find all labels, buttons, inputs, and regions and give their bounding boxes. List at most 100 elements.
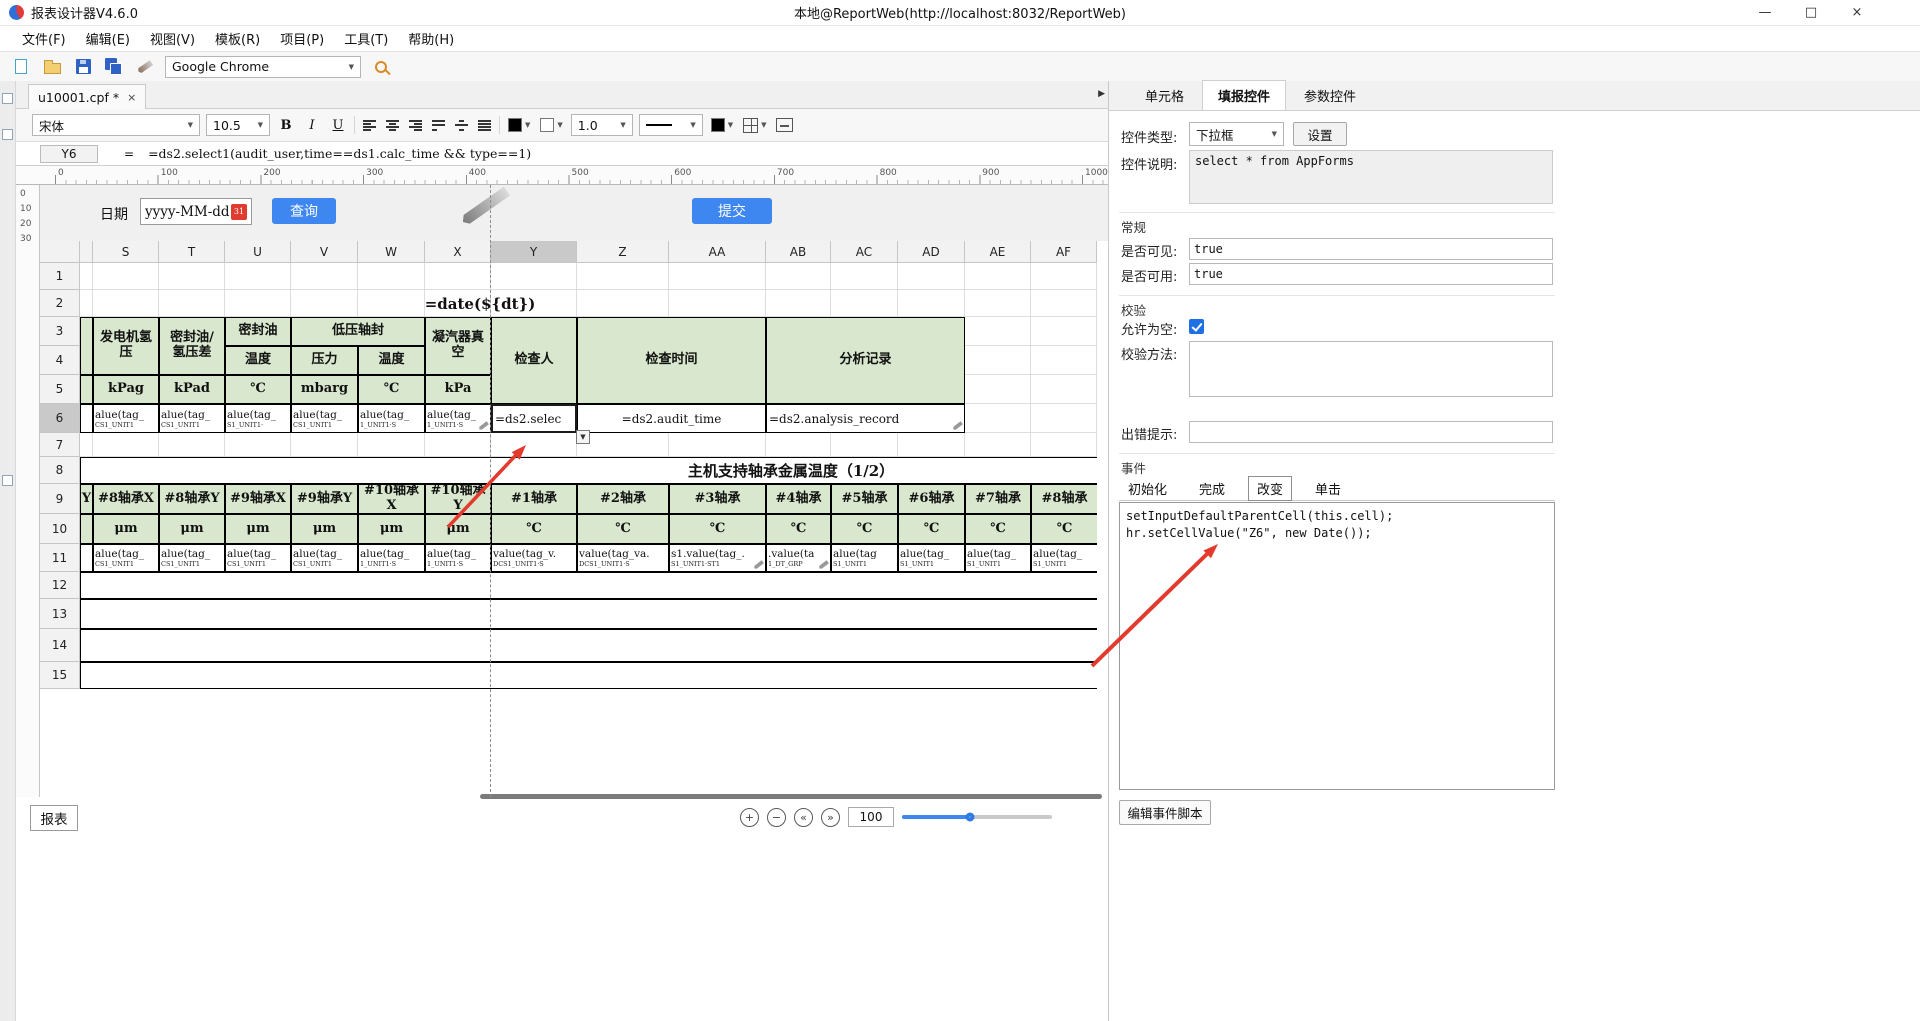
grid-cell-X10[interactable]: μm: [425, 514, 491, 544]
grid-cell[interactable]: [93, 433, 159, 457]
nav-last-button[interactable]: »: [821, 807, 840, 827]
column-header[interactable]: T: [159, 241, 225, 263]
format-brush-button[interactable]: [134, 56, 156, 78]
grid-cell-W11[interactable]: alue(tag_ 1_UNIT1·S: [358, 544, 425, 572]
grid-cell[interactable]: [965, 375, 1031, 404]
grid-cell-Y11[interactable]: value(tag_v. DCS1_UNIT1·S: [491, 544, 577, 572]
event-tab[interactable]: 完成: [1190, 476, 1234, 501]
grid-cell-AB9[interactable]: #4轴承: [766, 484, 831, 514]
grid-cell[interactable]: [1031, 317, 1097, 346]
event-tab[interactable]: 单击: [1306, 476, 1350, 501]
visible-input[interactable]: [1189, 238, 1553, 260]
grid-cell-Y6[interactable]: =ds2.selec: [491, 404, 577, 433]
grid-cell[interactable]: [898, 263, 965, 290]
grid-cell-AC10[interactable]: ℃: [831, 514, 898, 544]
column-header[interactable]: AB: [766, 241, 831, 263]
panel-tab[interactable]: 填报控件: [1202, 80, 1287, 110]
row-header[interactable]: 7: [40, 433, 80, 457]
grid-cell-T6[interactable]: alue(tag_ CS1_UNIT1: [159, 404, 225, 433]
row-header[interactable]: 14: [40, 629, 80, 662]
formula-input[interactable]: =ds2.select1(audit_user,time==ds1.calc_t…: [148, 146, 1108, 161]
date-input[interactable]: yyyy-MM-dd 31: [140, 198, 252, 225]
grid-cell-V3[interactable]: 低压轴封: [291, 317, 425, 346]
dock-panel-icon[interactable]: [2, 129, 13, 140]
close-button[interactable]: ×: [1834, 0, 1880, 25]
line-width-select[interactable]: 1.0 ▼: [570, 114, 633, 136]
menu-item[interactable]: 模板(R): [205, 26, 270, 51]
font-color-picker[interactable]: ▼: [506, 116, 532, 134]
grid-cell-SL8[interactable]: 主机支持轴承金属温度（1/2）: [80, 457, 1097, 484]
dock-panel-icon[interactable]: [2, 475, 13, 486]
grid-cell[interactable]: [766, 263, 831, 290]
submit-button[interactable]: 提交: [692, 198, 772, 224]
font-family-select[interactable]: 宋体 ▼: [32, 114, 200, 136]
grid-cell-S3[interactable]: 发电机氢 压: [93, 317, 159, 375]
grid-cell-V2[interactable]: =date(${dt}): [291, 290, 669, 317]
grid-cell-SL3[interactable]: [80, 317, 93, 375]
grid-cell-AA11[interactable]: s1.value(tag_. S1_UNIT1·ST1: [669, 544, 766, 572]
grid-cell-U10[interactable]: μm: [225, 514, 291, 544]
grid-cell[interactable]: [1031, 433, 1097, 457]
zoom-slider-handle[interactable]: [965, 812, 974, 822]
grid-cell-X5[interactable]: kPa: [425, 375, 491, 404]
zoom-slider[interactable]: [902, 812, 1052, 822]
column-header[interactable]: X: [425, 241, 491, 263]
grid-cell-W5[interactable]: ℃: [358, 375, 425, 404]
grid-cell-AD10[interactable]: ℃: [898, 514, 965, 544]
grid-cell[interactable]: [669, 290, 766, 317]
grid-cell[interactable]: [965, 404, 1031, 433]
grid-cell-AE10[interactable]: ℃: [965, 514, 1031, 544]
tab-close-icon[interactable]: ×: [127, 91, 136, 104]
grid-cell-X9[interactable]: #10轴承 Y: [425, 484, 491, 514]
grid-cell-S6[interactable]: alue(tag_ CS1_UNIT1: [93, 404, 159, 433]
grid-cell-Y9[interactable]: #1轴承: [491, 484, 577, 514]
menu-item[interactable]: 项目(P): [270, 26, 334, 51]
grid-cell[interactable]: [225, 433, 291, 457]
grid-cell[interactable]: [1031, 375, 1097, 404]
grid-cell-AA9[interactable]: #3轴承: [669, 484, 766, 514]
browser-select[interactable]: Google Chrome ▼: [165, 55, 361, 78]
grid-cell[interactable]: [93, 290, 159, 317]
grid-cell-T11[interactable]: alue(tag_ CS1_UNIT1: [159, 544, 225, 572]
grid-cell-V11[interactable]: alue(tag_ CS1_UNIT1: [291, 544, 358, 572]
event-tab[interactable]: 改变: [1248, 476, 1293, 501]
align-justify-button[interactable]: [476, 119, 493, 132]
underline-button[interactable]: U: [328, 115, 348, 135]
grid-cell[interactable]: [766, 433, 831, 457]
grid-cell-X11[interactable]: alue(tag_ 1_UNIT1·S: [425, 544, 491, 572]
grid-cell-AB3[interactable]: 分析记录: [766, 317, 965, 404]
zoom-value-box[interactable]: 100: [848, 807, 894, 827]
row-header[interactable]: 4: [40, 346, 80, 375]
align-left-button[interactable]: [361, 119, 378, 132]
allow-empty-checkbox[interactable]: [1189, 319, 1204, 334]
row-header[interactable]: 5: [40, 375, 80, 404]
line-style-select[interactable]: ▼: [638, 114, 703, 136]
row-header[interactable]: 12: [40, 572, 80, 599]
grid-cell[interactable]: [669, 433, 766, 457]
grid-cell-SL9[interactable]: Y: [80, 484, 93, 514]
grid-cell-AC11[interactable]: alue(tag S1_UNIT1: [831, 544, 898, 572]
row-header[interactable]: 6: [40, 404, 80, 433]
bold-button[interactable]: B: [276, 115, 296, 135]
grid-cell-Z10[interactable]: ℃: [577, 514, 669, 544]
grid-cell[interactable]: [425, 263, 491, 290]
grid-cell[interactable]: [965, 263, 1031, 290]
grid-corner[interactable]: [40, 241, 80, 263]
new-file-button[interactable]: [10, 56, 32, 78]
grid-cell-T10[interactable]: μm: [159, 514, 225, 544]
grid-cell-V9[interactable]: #9轴承Y: [291, 484, 358, 514]
grid-cell-W4[interactable]: 温度: [358, 346, 425, 375]
nav-first-button[interactable]: «: [794, 807, 813, 827]
grid-cell[interactable]: [358, 433, 425, 457]
grid-cell-T9[interactable]: #8轴承Y: [159, 484, 225, 514]
search-button[interactable]: [370, 56, 392, 78]
grid-cell[interactable]: [831, 433, 898, 457]
grid-cell[interactable]: [425, 433, 491, 457]
settings-button[interactable]: 设置: [1293, 122, 1347, 146]
panel-tab[interactable]: 单元格: [1129, 80, 1200, 110]
grid-cell-U5[interactable]: ℃: [225, 375, 291, 404]
menu-item[interactable]: 编辑(E): [76, 26, 140, 51]
grid-cell[interactable]: [225, 263, 291, 290]
column-header[interactable]: W: [358, 241, 425, 263]
calendar-icon[interactable]: 31: [231, 203, 247, 220]
